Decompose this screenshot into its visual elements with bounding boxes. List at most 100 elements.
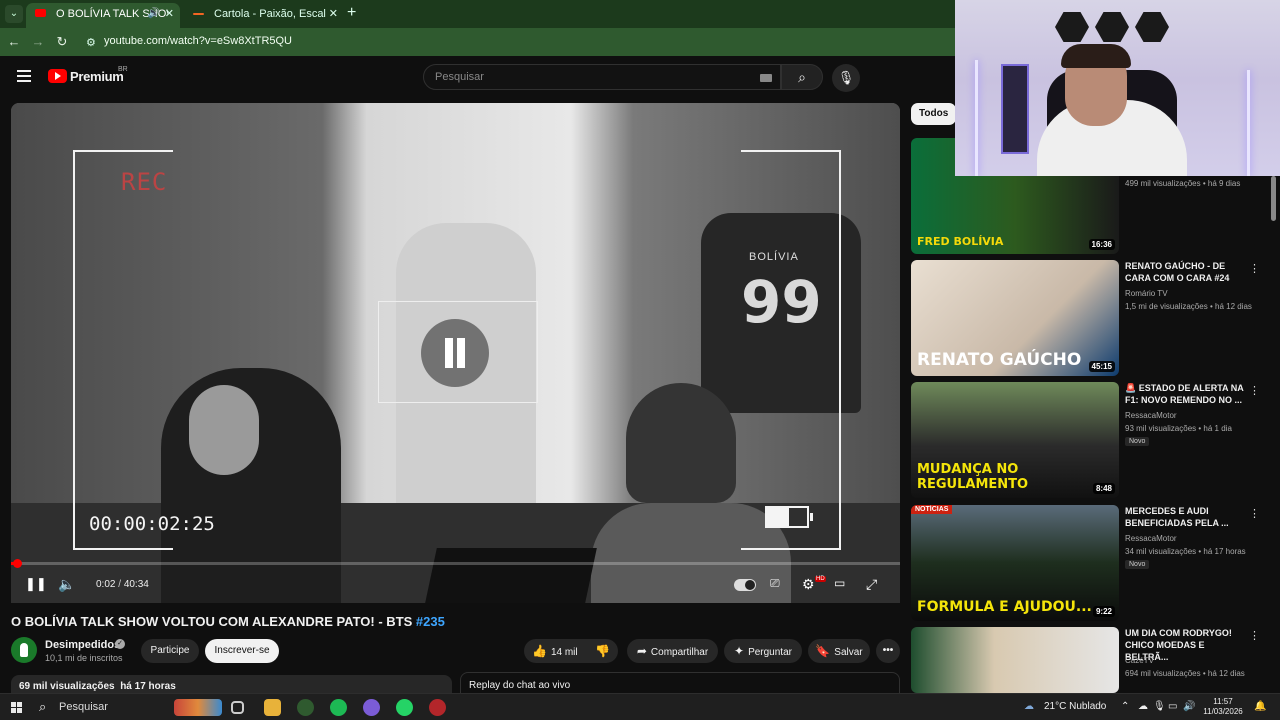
microphone-icon[interactable]: 🎙 (1153, 701, 1166, 712)
video-thumbnail[interactable] (911, 627, 1119, 693)
system-clock[interactable]: 11:57 11/03/2026 (1200, 697, 1246, 717)
app-icon[interactable] (429, 699, 446, 716)
upload-age: há 17 horas (120, 681, 176, 692)
voice-search-mic-icon[interactable]: 🎙 (832, 64, 860, 92)
more-vert-icon[interactable]: ⋮ (1249, 629, 1260, 642)
description-box[interactable]: 69 mil visualizações há 17 horas (11, 675, 452, 693)
theater-mode-icon[interactable]: ▭ (834, 576, 845, 594)
join-button[interactable]: Participe (141, 639, 199, 663)
chat-replay-label: Replay do chat ao vivo (469, 680, 571, 691)
more-vert-icon[interactable]: ⋮ (1249, 384, 1260, 397)
weather-icon[interactable]: ☁ (1024, 701, 1034, 712)
video-thumbnail[interactable]: RENATO GAÚCHO 45:15 (911, 260, 1119, 376)
widget-icon[interactable] (174, 699, 222, 716)
new-tab-plus-icon[interactable]: + (347, 5, 356, 21)
network-icon[interactable]: ▭ (1168, 701, 1177, 712)
tray-chevron-icon[interactable]: ⌃ (1121, 701, 1129, 712)
rec-age: há 1 dia (1203, 424, 1232, 433)
video-thumbnail[interactable]: NOTÍCIAS FORMULA E AJUDOU... 9:22 (911, 505, 1119, 621)
youtube-favicon-icon (35, 9, 46, 17)
channel-avatar[interactable] (11, 637, 37, 663)
tab-search-icon[interactable]: ⌄ (5, 5, 23, 23)
spotify-icon[interactable] (330, 699, 347, 716)
meta-separator: • (1198, 424, 1202, 433)
subtitles-icon[interactable]: ⎚ (770, 576, 780, 594)
sidebar-scrollbar[interactable] (1271, 176, 1276, 221)
reload-icon[interactable]: ↻ (54, 34, 70, 50)
video-title[interactable]: RENATO GAÚCHO - DE CARA COM O CARA #24 (1125, 260, 1245, 284)
weather-text[interactable]: 21°C Nublado (1044, 701, 1106, 712)
tab-cartola[interactable]: Cartola - Paixão, Escalação, Zoação ✕ (184, 3, 344, 28)
pause-overlay-icon[interactable] (421, 319, 489, 387)
tab-youtube[interactable]: O BOLÍVIA TALK SHOW VOLTOU COM ALEXANDRE… (26, 3, 180, 28)
keyboard-icon[interactable] (760, 74, 772, 82)
video-title[interactable]: 🚨 ESTADO DE ALERTA NA F1: NOVO REMENDO N… (1125, 382, 1245, 406)
progress-scrubber[interactable] (13, 559, 22, 568)
video-player[interactable]: BOLÍVIA 99 REC 00:00:02:25 (11, 103, 900, 603)
windows-start-icon[interactable] (11, 702, 22, 713)
site-info-icon[interactable]: ⚙ (86, 36, 96, 49)
filter-chip-all[interactable]: Todos (911, 103, 957, 125)
like-count[interactable]: 14 mil (551, 647, 578, 658)
channel-name[interactable]: RessacaMotor (1125, 534, 1177, 543)
channel-name[interactable]: CazéTV (1125, 656, 1154, 665)
duration-badge: 45:15 (1088, 361, 1115, 372)
share-button[interactable]: ➦ Compartilhar (627, 639, 718, 663)
time-display: 0:02 / 40:34 (96, 579, 149, 590)
whatsapp-icon[interactable] (396, 699, 413, 716)
more-vert-icon[interactable]: ⋮ (1249, 262, 1260, 275)
more-actions-icon[interactable]: ••• (876, 639, 900, 663)
subscribe-button[interactable]: Inscrever-se (205, 639, 279, 663)
chrome-icon[interactable] (297, 699, 314, 716)
recommendation-item[interactable]: MUDANÇA NO REGULAMENTO 8:48 🚨 ESTADO DE … (911, 382, 1271, 500)
brand-label[interactable]: Premium (70, 69, 124, 84)
viewfinder-edge (839, 150, 841, 550)
settings-gear-icon[interactable]: ⚙ (802, 576, 815, 594)
search-icon[interactable]: ⌕ (39, 699, 46, 715)
tab-close-icon[interactable]: ✕ (329, 3, 338, 25)
menu-hamburger-icon[interactable] (17, 70, 31, 82)
led-strip (975, 60, 978, 176)
more-vert-icon[interactable]: ⋮ (1249, 507, 1260, 520)
discord-icon[interactable] (363, 699, 380, 716)
channel-name[interactable]: Desimpedidos (45, 639, 120, 651)
back-arrow-icon[interactable]: ← (6, 34, 22, 49)
volume-icon[interactable]: 🔈 (58, 576, 75, 594)
new-badge: Novo (1125, 437, 1150, 446)
url-field[interactable]: youtube.com/watch?v=eSw8XtTR5QU (104, 35, 292, 47)
sparkle-icon: ✦ (734, 644, 745, 658)
file-explorer-icon[interactable] (264, 699, 281, 716)
youtube-logo-icon[interactable] (48, 69, 67, 83)
like-thumbs-up-icon[interactable]: 👍 (532, 644, 547, 658)
autoplay-toggle[interactable] (734, 579, 756, 591)
cartola-favicon-icon (193, 13, 204, 15)
tab-close-icon[interactable]: ✕ (165, 3, 174, 25)
youtube-header: Premium BR Pesquisar ⌕ 🎙 (0, 56, 955, 100)
recommendation-item[interactable]: RENATO GAÚCHO 45:15 RENATO GAÚCHO - DE C… (911, 260, 1271, 378)
search-input[interactable]: Pesquisar (423, 64, 781, 90)
pause-button[interactable]: ❚❚ (25, 576, 47, 594)
thumbnail-text: MUDANÇA NO REGULAMENTO (917, 462, 1029, 492)
notifications-bell-icon[interactable]: 🔔 (1254, 701, 1266, 712)
fullscreen-icon[interactable]: ⤢ (866, 576, 877, 594)
video-title[interactable]: MERCEDES E AUDI BENEFICIADAS PELA ... (1125, 505, 1245, 529)
search-button[interactable]: ⌕ (781, 64, 823, 90)
ask-button[interactable]: ✦ Perguntar (724, 639, 802, 663)
forward-arrow-icon[interactable]: → (30, 34, 46, 49)
channel-name[interactable]: Romário TV (1125, 289, 1168, 298)
speaker-icon[interactable]: 🔊 (148, 3, 160, 25)
video-meta: 499 mil visualizações • há 9 dias (1125, 179, 1240, 188)
channel-name[interactable]: RessacaMotor (1125, 411, 1177, 420)
volume-icon[interactable]: 🔊 (1183, 701, 1195, 712)
video-hashtag[interactable]: #235 (416, 614, 445, 629)
recommendation-item[interactable]: NOTÍCIAS FORMULA E AJUDOU... 9:22 MERCED… (911, 505, 1271, 623)
video-thumbnail[interactable]: MUDANÇA NO REGULAMENTO 8:48 (911, 382, 1119, 498)
progress-bar[interactable] (11, 559, 900, 568)
taskbar-search[interactable]: Pesquisar (59, 701, 108, 713)
thumbnail-badge: NOTÍCIAS (911, 505, 953, 514)
chat-replay-panel[interactable]: Replay do chat ao vivo (460, 672, 900, 694)
save-button[interactable]: 🔖 Salvar (808, 639, 870, 663)
dislike-thumbs-down-icon[interactable]: 👎 (595, 639, 610, 663)
tray-app-icon[interactable]: ☁ (1138, 701, 1148, 712)
task-view-icon[interactable] (231, 701, 244, 714)
